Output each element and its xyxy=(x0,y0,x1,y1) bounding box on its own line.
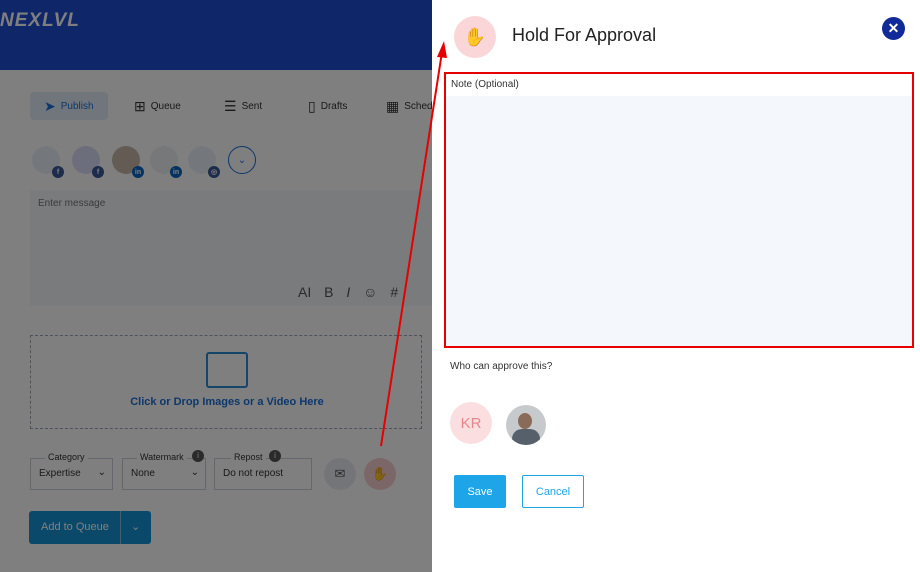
note-textarea[interactable] xyxy=(446,96,912,346)
hold-for-approval-panel: ✋ Hold For Approval ✕ Note (Optional) Wh… xyxy=(432,0,920,572)
modal-backdrop[interactable] xyxy=(0,0,432,572)
background-app: NEXLVL ➤ Publish ⊞ Queue ☰ Sent ▯ Drafts… xyxy=(0,0,432,572)
panel-title: Hold For Approval xyxy=(512,25,657,45)
approver-initials: KR xyxy=(460,414,482,432)
approver-avatar[interactable]: KR xyxy=(450,402,492,444)
cancel-button[interactable]: Cancel xyxy=(522,475,584,508)
note-section: Note (Optional) xyxy=(444,72,914,348)
avatar-photo-body xyxy=(512,429,540,445)
close-icon[interactable]: ✕ xyxy=(882,17,905,40)
hand-icon: ✋ xyxy=(454,16,496,58)
approver-avatar[interactable] xyxy=(506,405,546,445)
save-button[interactable]: Save xyxy=(454,475,506,508)
avatar-photo xyxy=(518,413,532,429)
note-label: Note (Optional) xyxy=(451,79,519,90)
approvers-label: Who can approve this? xyxy=(450,361,553,372)
